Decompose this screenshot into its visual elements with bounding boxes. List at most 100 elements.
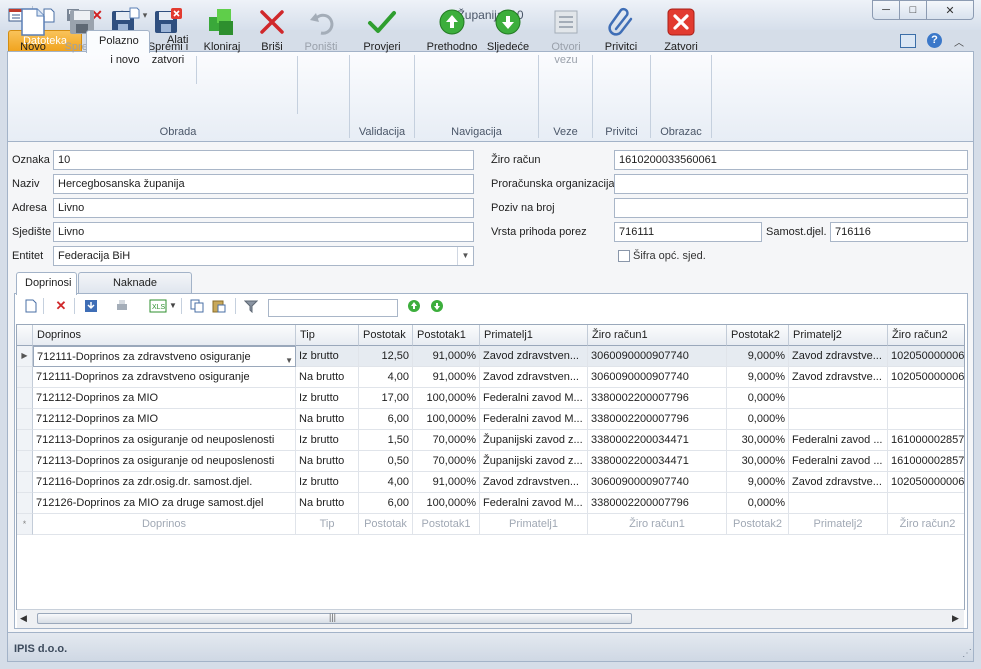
sifra-checkbox[interactable] [618, 250, 630, 262]
grid-cell-tip[interactable]: Iz brutto [296, 346, 359, 367]
grid-cell-doprinos[interactable]: 712111-Doprinos za zdravstveno osiguranj… [33, 367, 296, 388]
grid-cell-doprinos[interactable]: 712113-Doprinos za osiguranje od neuposl… [33, 451, 296, 472]
grid-cell-postotak2[interactable]: 0,000% [727, 409, 789, 430]
delete-row-icon[interactable]: ✕ [52, 297, 70, 315]
scroll-right-icon[interactable]: ▶ [952, 613, 959, 624]
novo-button[interactable]: Novo [13, 6, 53, 76]
grid-cell-ziro-racun2[interactable] [888, 409, 964, 430]
new-row-header[interactable]: * [17, 514, 33, 535]
grid-cell-primatelj1[interactable]: Županijski zavod z... [480, 451, 588, 472]
new-row-cell-postotak[interactable]: Postotak [359, 514, 413, 535]
grid-cell-ziro-racun2[interactable]: 161000002857 [888, 451, 964, 472]
grid-cell-primatelj2[interactable]: Zavod zdravstve... [789, 472, 888, 493]
copy-icon[interactable] [188, 297, 206, 315]
row-header[interactable] [17, 409, 33, 430]
ziro-racun-field[interactable]: 1610200033560061 [614, 150, 968, 170]
grid-cell-ziro-racun2[interactable]: 161000002857 [888, 430, 964, 451]
zatvori-button[interactable]: Zatvori [656, 6, 706, 76]
spremi-i-zatvori-button[interactable]: Spremi i zatvori [147, 6, 189, 76]
column-header-doprinos[interactable]: Doprinos [33, 325, 296, 346]
adresa-field[interactable]: Livno [53, 198, 474, 218]
maximize-button[interactable]: □ [899, 0, 927, 20]
scroll-left-icon[interactable]: ◀ [20, 613, 27, 624]
new-row-cell-postotak1[interactable]: Postotak1 [413, 514, 480, 535]
grid-cell-postotak1[interactable]: 70,000% [413, 451, 480, 472]
column-header-postotak2[interactable]: Postotak2 [727, 325, 789, 346]
grid-cell-tip[interactable]: Na brutto [296, 367, 359, 388]
grid-cell-ziro-racun2[interactable]: 102050000006 [888, 472, 964, 493]
excel-export-icon[interactable]: XLS [145, 297, 171, 315]
grid-cell-postotak1[interactable]: 100,000% [413, 388, 480, 409]
grid-cell-postotak[interactable]: 4,00 [359, 367, 413, 388]
poziv-field[interactable] [614, 198, 968, 218]
grid-cell-postotak[interactable]: 6,00 [359, 409, 413, 430]
grid-cell-postotak[interactable]: 4,00 [359, 472, 413, 493]
new-row-cell-primatelj1[interactable]: Primatelj1 [480, 514, 588, 535]
samost-field[interactable]: 716116 [830, 222, 968, 242]
paste-icon[interactable] [210, 297, 228, 315]
grid-cell-primatelj2[interactable]: Federalni zavod ... [789, 451, 888, 472]
column-header-postotak[interactable]: Postotak [359, 325, 413, 346]
grid-search-input[interactable] [268, 299, 398, 317]
row-header[interactable] [17, 472, 33, 493]
grid-cell-tip[interactable]: Na brutto [296, 493, 359, 514]
help-icon[interactable]: ? [927, 33, 942, 48]
tab-polazno[interactable]: Polazno [86, 30, 150, 53]
grid-cell-ziro-racun1[interactable]: 3060090000907740 [588, 472, 727, 493]
grid-cell-ziro-racun1[interactable]: 3380002200034471 [588, 430, 727, 451]
grid-cell-primatelj1[interactable]: Zavod zdravstven... [480, 367, 588, 388]
grid-cell-doprinos[interactable]: 712126-Doprinos za MIO za druge samost.d… [33, 493, 296, 514]
grid-cell-tip[interactable]: Na brutto [296, 451, 359, 472]
tab-naknade-poslodavca[interactable]: Naknade poslodavca [78, 272, 192, 310]
row-header[interactable] [17, 430, 33, 451]
grid-cell-tip[interactable]: Iz brutto [296, 388, 359, 409]
column-header-primatelj2[interactable]: Primatelj2 [789, 325, 888, 346]
grid-cell-postotak[interactable]: 6,00 [359, 493, 413, 514]
naziv-field[interactable]: Hercegbosanska županija [53, 174, 474, 194]
chevron-down-icon[interactable]: ▼ [285, 351, 293, 366]
close-window-button[interactable]: ✕ [926, 0, 974, 20]
grid-cell-primatelj2[interactable]: Zavod zdravstve... [789, 367, 888, 388]
grid-cell-tip[interactable]: Iz brutto [296, 430, 359, 451]
grid-cell-primatelj1[interactable]: Federalni zavod M... [480, 388, 588, 409]
grid-cell-ziro-racun1[interactable]: 3060090000907740 [588, 367, 727, 388]
grid-cell-primatelj2[interactable]: Federalni zavod ... [789, 430, 888, 451]
grid-cell-postotak1[interactable]: 100,000% [413, 493, 480, 514]
grid-cell-postotak[interactable]: 0,50 [359, 451, 413, 472]
resize-grip-icon[interactable]: ⋰ [962, 648, 972, 659]
grid-cell-primatelj1[interactable]: Federalni zavod M... [480, 493, 588, 514]
grid-cell-postotak1[interactable]: 100,000% [413, 409, 480, 430]
chevron-down-icon[interactable]: ▼ [169, 301, 177, 310]
new-row-cell-ziro-racun1[interactable]: Žiro račun1 [588, 514, 727, 535]
grid-cell-ziro-racun2[interactable] [888, 388, 964, 409]
new-row-icon[interactable] [22, 297, 40, 315]
grid-cell-postotak2[interactable]: 30,000% [727, 451, 789, 472]
grid-cell-ziro-racun1[interactable]: 3380002200007796 [588, 493, 727, 514]
row-header[interactable]: ▶ [17, 346, 33, 367]
new-row-cell-primatelj2[interactable]: Primatelj2 [789, 514, 888, 535]
proracunska-field[interactable] [614, 174, 968, 194]
ponisti-button[interactable]: Poništi [300, 6, 342, 76]
new-row-cell-doprinos[interactable]: Doprinos [33, 514, 296, 535]
new-row-cell-ziro-racun2[interactable]: Žiro račun2 [888, 514, 964, 535]
grid-cell-primatelj1[interactable]: Zavod zdravstven... [480, 472, 588, 493]
grid-cell-postotak2[interactable]: 0,000% [727, 388, 789, 409]
grid-cell-postotak2[interactable]: 0,000% [727, 493, 789, 514]
grid-cell-ziro-racun1[interactable]: 3380002200007796 [588, 409, 727, 430]
grid-cell-postotak1[interactable]: 91,000% [413, 472, 480, 493]
grid-cell-primatelj1[interactable]: Županijski zavod z... [480, 430, 588, 451]
grid-cell-primatelj1[interactable]: Federalni zavod M... [480, 409, 588, 430]
grid-cell-primatelj1[interactable]: Zavod zdravstven... [480, 346, 588, 367]
oznaka-field[interactable]: 10 [53, 150, 474, 170]
grid-cell-doprinos[interactable]: 712113-Doprinos za osiguranje od neuposl… [33, 430, 296, 451]
up-arrow-icon[interactable] [405, 297, 423, 315]
chevron-down-icon[interactable]: ▼ [457, 247, 473, 265]
grid-cell-tip[interactable]: Na brutto [296, 409, 359, 430]
grid-cell-ziro-racun1[interactable]: 3380002200034471 [588, 451, 727, 472]
entitet-select[interactable]: Federacija BiH ▼ [53, 246, 474, 266]
column-header-tip[interactable]: Tip [296, 325, 359, 346]
provjeri-button[interactable]: Provjeri [356, 6, 408, 76]
grid-cell-ziro-racun1[interactable]: 3380002200007796 [588, 388, 727, 409]
grid-cell-ziro-racun2[interactable]: 102050000006 [888, 346, 964, 367]
grid-cell-postotak1[interactable]: 91,000% [413, 346, 480, 367]
